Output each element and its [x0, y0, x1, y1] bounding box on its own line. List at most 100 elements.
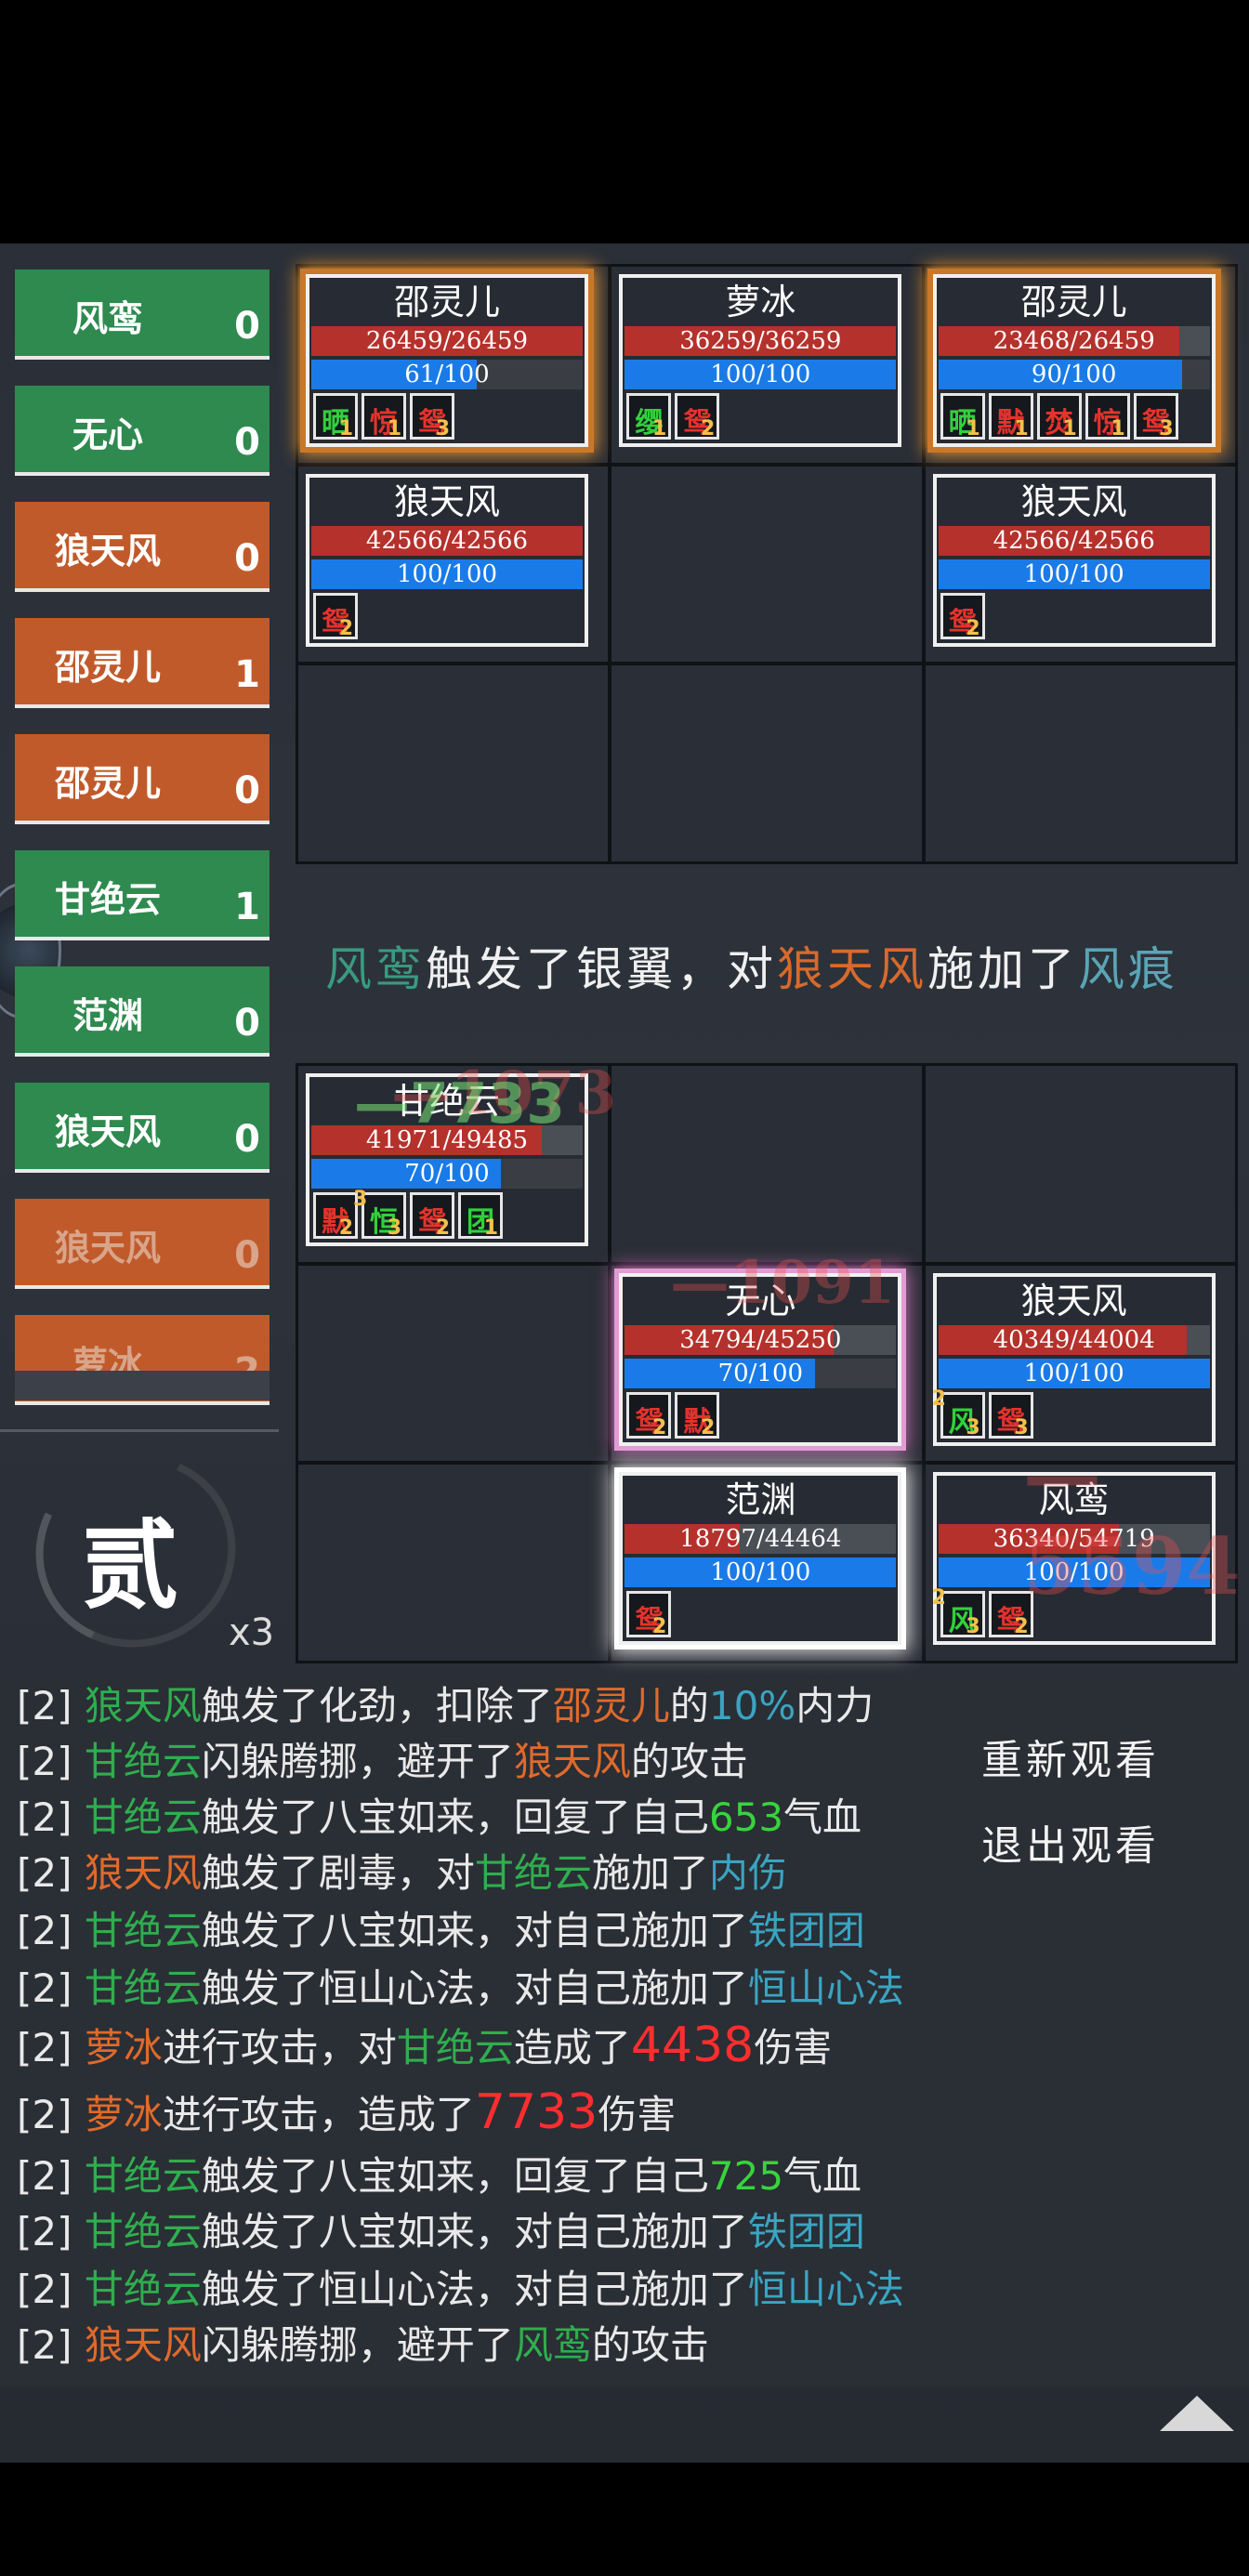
buff-icon[interactable]: 惊1 [362, 393, 406, 440]
mp-text: 70/100 [717, 1359, 804, 1387]
speed-toggle[interactable]: x3 [229, 1611, 274, 1654]
buff-stack: 2 [338, 616, 353, 640]
buff-icon[interactable]: 鸳3 [410, 393, 454, 440]
roster-name: 狼天风 [54, 1227, 161, 1268]
hp-text: 40349/44004 [993, 1325, 1155, 1354]
ally-board: 甘绝云 41971/49485 70/100 默 2 3 恒 3 鸳 2 团 1 无心 34794/45… [296, 1058, 1241, 1663]
buff-icon[interactable]: 3恒3 [353, 1188, 406, 1240]
mp-bar: 70/100 [311, 1159, 583, 1189]
buff-icon[interactable]: 默2 [675, 1391, 720, 1439]
buff-icon[interactable]: 团1 [458, 1192, 503, 1240]
enemy-cell: 狼天风 42566/42566 100/100 鸳 2 [298, 466, 609, 663]
buff-list: 鸳2默2 [626, 1391, 720, 1439]
log-segment: [2] [17, 2322, 85, 2368]
log-segment: 进行攻击，对 [162, 2025, 397, 2070]
unit-name: 邵灵儿 [1020, 282, 1127, 322]
log-segment: [2] [17, 1850, 85, 1896]
unit-name: 狼天风 [1020, 480, 1127, 522]
hp-text: 42566/42566 [365, 526, 529, 555]
buff-stack: 1 [1111, 417, 1125, 440]
enemy-cell-empty [611, 466, 922, 663]
mp-text: 100/100 [710, 1558, 811, 1587]
buff-stack: 2 [701, 1415, 716, 1439]
buff-icon[interactable]: 默1 [988, 393, 1033, 440]
unit-name: 萝冰 [725, 282, 796, 322]
buff-icon[interactable]: 鸳2 [675, 393, 720, 440]
enemy-unit-card[interactable]: 萝冰 36259/36259 100/100 缨 1 鸳 2 [619, 274, 902, 447]
log-line: [2] 狼天风闪躲腾挪，避开了风鸾的攻击 [17, 2314, 709, 2371]
buff-icon[interactable]: 鸳2 [410, 1192, 454, 1240]
log-segment: 内伤 [708, 1850, 787, 1896]
collapse-log-icon[interactable] [1160, 2396, 1234, 2431]
battle-log[interactable]: [2] 狼天风触发了化劲，扣除了邵灵儿的10%内力 [2] 甘绝云闪躲腾挪，避开了… [0, 1680, 1249, 2386]
buff-icon[interactable]: 鸳2 [626, 1591, 672, 1638]
mp-bar: 61/100 [311, 360, 583, 389]
hp-bar: 18797/44464 [624, 1524, 897, 1555]
trigger-actor: 风鸾 [325, 942, 426, 996]
log-segment: 狼天风 [513, 1739, 631, 1784]
trigger-effect: 风痕 [1078, 942, 1178, 996]
ally-cell-empty [298, 1265, 609, 1462]
log-segment: 725 [708, 2153, 784, 2199]
buff-icon[interactable]: 鸳2 [940, 592, 985, 640]
log-segment: [2] [17, 2025, 85, 2070]
hp-text: 34794/45250 [679, 1325, 842, 1354]
log-segment: 触发了化劲，扣除了 [201, 1683, 553, 1728]
mp-bar: 100/100 [311, 559, 583, 589]
roster-count: 0 [234, 1118, 260, 1161]
log-line: [2] 狼天风触发了化劲，扣除了邵灵儿的10%内力 [17, 1675, 874, 1731]
buff-icon[interactable]: 晒1 [313, 393, 358, 440]
mp-text: 100/100 [396, 559, 497, 588]
buff-stack: 3 [1159, 417, 1174, 440]
buff-icon[interactable]: 2风3 [932, 1387, 985, 1439]
log-line: [2] 甘绝云闪躲腾挪，避开了狼天风的攻击 [17, 1730, 748, 1787]
buff-icon[interactable]: 缨1 [626, 393, 672, 440]
buff-icon[interactable]: 焚1 [1036, 393, 1082, 440]
log-line: [2] 萝冰进行攻击，造成了7733伤害 [17, 2083, 676, 2140]
roster-count: 0 [234, 537, 260, 580]
buff-lead: 2 [931, 1387, 946, 1411]
log-segment: 触发了恒山心法，对自己施加了 [201, 2267, 748, 2312]
buff-icon[interactable]: 2风3 [932, 1586, 985, 1638]
buff-stack: 3 [387, 1216, 401, 1240]
ally-unit-card[interactable]: 范渊 18797/44464 100/100 鸳 2 [619, 1472, 902, 1646]
log-segment: [2] [17, 2267, 85, 2312]
exit-button[interactable]: 退出观看 [981, 1812, 1160, 1872]
hp-bar: 26459/26459 [311, 326, 583, 356]
enemy-unit-card[interactable]: 邵灵儿 26459/26459 61/100 晒 1 惊 1 鸳 3 [306, 274, 588, 447]
enemy-cell: 邵灵儿 26459/26459 61/100 晒 1 惊 1 鸳 3 [298, 267, 609, 463]
buff-icon[interactable]: 惊1 [1085, 393, 1130, 440]
buff-stack: 2 [338, 1216, 353, 1240]
buff-list: 晒1惊1鸳3 [313, 393, 454, 440]
mp-text: 70/100 [404, 1160, 490, 1188]
replay-button[interactable]: 重新观看 [981, 1727, 1160, 1786]
log-segment: 4438 [630, 2017, 755, 2073]
enemy-grid: 邵灵儿 26459/26459 61/100 晒 1 惊 1 鸳 3 萝冰 36259/36259… [298, 267, 1235, 861]
floating-damage: —5594 [1023, 1428, 1241, 1612]
buff-icon[interactable]: 默2 [313, 1192, 358, 1240]
buff-stack: 1 [652, 417, 667, 440]
buff-icon[interactable]: 鸳3 [1133, 393, 1178, 440]
log-line: [2] 甘绝云触发了恒山心法，对自己施加了恒山心法 [17, 2258, 904, 2315]
trigger-message: 风鸾触发了银翼，对狼天风施加了风痕 [325, 932, 1178, 999]
enemy-unit-card[interactable]: 狼天风 42566/42566 100/100 鸳 2 [306, 473, 588, 647]
mp-bar: 100/100 [938, 559, 1210, 589]
buff-icon[interactable]: 晒1 [940, 393, 985, 440]
enemy-cell-empty [611, 665, 922, 861]
log-segment: [2] [17, 1683, 85, 1728]
buff-icon[interactable]: 鸳2 [626, 1391, 672, 1439]
hp-bar: 40349/44004 [938, 1324, 1210, 1355]
ally-cell: 范渊 18797/44464 100/100 鸳 2 [611, 1465, 922, 1661]
enemy-unit-card[interactable]: 狼天风 42566/42566 100/100 鸳 2 [932, 473, 1216, 647]
log-segment: 的 [669, 1683, 709, 1728]
enemy-cell-empty [298, 665, 609, 861]
buff-icon[interactable]: 鸳2 [313, 592, 358, 640]
enemy-unit-card[interactable]: 邵灵儿 23468/26459 90/100 晒 1 默 1 焚 1 惊 1 鸳 3 [932, 274, 1216, 447]
ally-unit-card[interactable]: 狼天风 40349/44004 100/100 2 风 3 鸳 3 [932, 1272, 1216, 1446]
log-segment: 狼天风 [84, 2322, 202, 2368]
log-segment: 伤害 [754, 2025, 833, 2070]
log-segment: 风鸾 [513, 2322, 592, 2368]
log-segment: 7733 [474, 2084, 598, 2140]
log-segment: 气血 [783, 1794, 862, 1840]
roster-count: 0 [234, 1002, 260, 1045]
